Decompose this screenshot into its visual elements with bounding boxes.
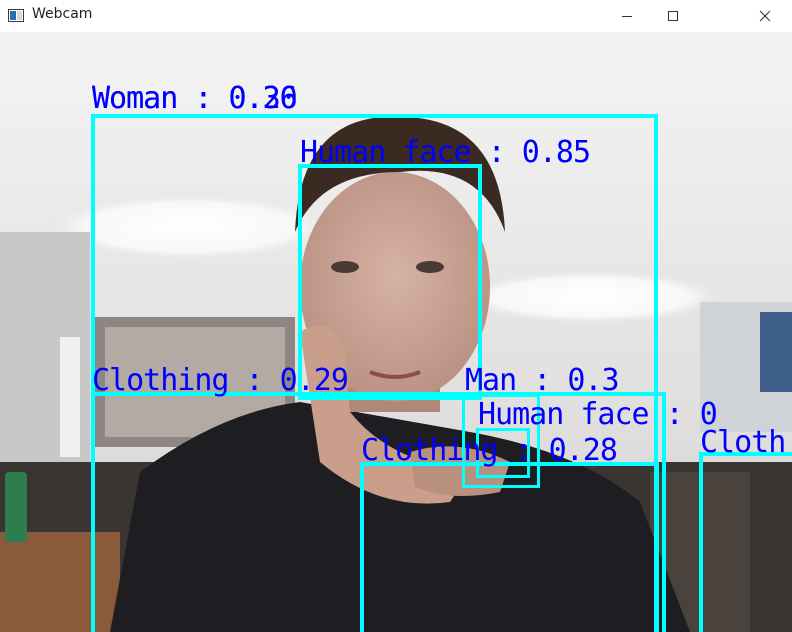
- minimize-button[interactable]: [604, 0, 650, 32]
- detection-label-woman-overlap: Woman : 0.30: [92, 81, 298, 116]
- minimize-icon: [622, 16, 632, 17]
- detection-label-face-main: Human face : 0.85: [300, 135, 591, 170]
- maximize-button[interactable]: [650, 0, 696, 32]
- webcam-window: Webcam Woman: 0.26 Woman: 0.30 Human f…: [0, 0, 792, 632]
- detection-label-clothing-right: Cloth: [700, 425, 786, 460]
- detection-box-clothing-mid: [360, 462, 659, 632]
- maximize-icon: [668, 11, 678, 21]
- webcam-video-frame: Woman : 0.26 Woman : 0.30 Human face : 0…: [0, 32, 792, 632]
- detection-label-man: Man : 0.3: [465, 363, 620, 398]
- detection-label-clothing-left: Clothing : 0.29: [92, 363, 349, 398]
- app-icon: [8, 9, 24, 22]
- close-button[interactable]: [742, 0, 788, 32]
- detection-box-clothing-right: [699, 452, 792, 632]
- window-title: Webcam: [32, 6, 93, 22]
- detection-label-face-small: Human face : 0: [478, 397, 718, 432]
- detection-label-clothing-mid: Clothing : 0.28: [361, 433, 618, 468]
- title-bar[interactable]: Webcam: [0, 0, 792, 33]
- close-icon: [759, 10, 771, 22]
